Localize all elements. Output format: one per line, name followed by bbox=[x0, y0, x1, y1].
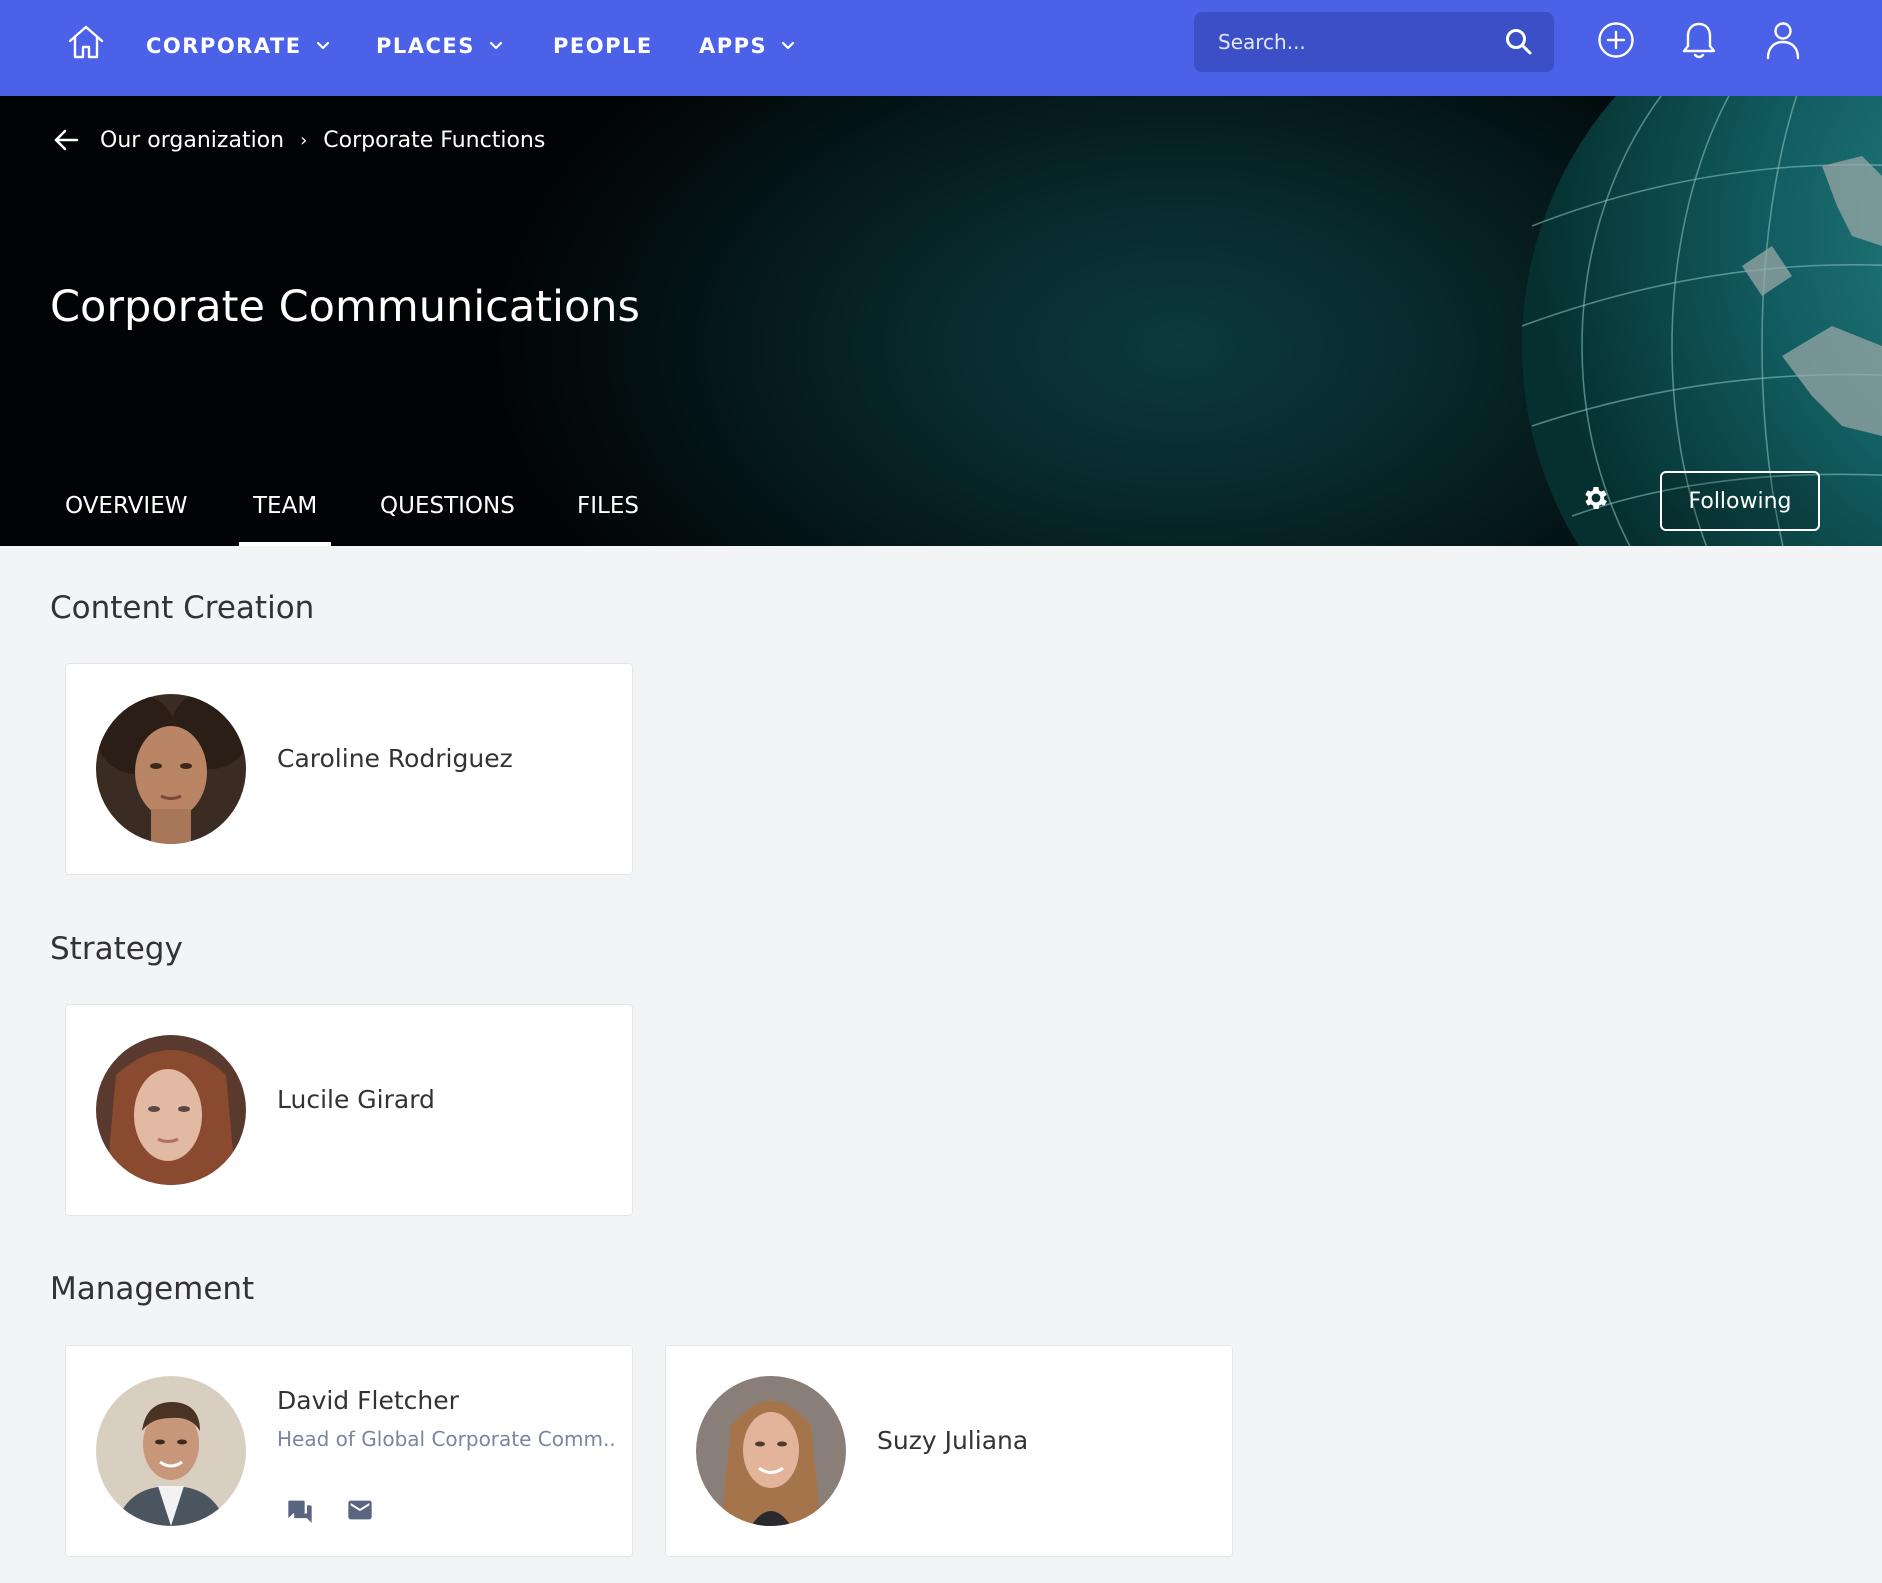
hero-banner: Our organization › Corporate Functions C… bbox=[0, 96, 1882, 546]
breadcrumb-separator: › bbox=[300, 129, 308, 151]
chat-icon bbox=[286, 1496, 314, 1528]
search-icon[interactable] bbox=[1504, 27, 1534, 57]
create-button[interactable] bbox=[1592, 18, 1640, 66]
breadcrumb: Our organization › Corporate Functions bbox=[52, 126, 545, 154]
nav-apps[interactable]: APPS bbox=[699, 30, 795, 62]
member-name[interactable]: Caroline Rodriguez bbox=[277, 744, 513, 773]
top-navigation-bar: CORPORATE PLACES PEOPLE APPS bbox=[0, 0, 1882, 96]
chevron-down-icon bbox=[781, 41, 795, 51]
nav-apps-label: APPS bbox=[699, 34, 768, 58]
avatar bbox=[96, 694, 246, 844]
nav-corporate-label: CORPORATE bbox=[146, 34, 302, 58]
home-icon bbox=[66, 22, 106, 66]
following-button[interactable]: Following bbox=[1660, 471, 1820, 531]
nav-people[interactable]: PEOPLE bbox=[553, 30, 653, 62]
member-card[interactable]: Suzy Juliana bbox=[665, 1345, 1233, 1557]
bell-icon bbox=[1681, 20, 1717, 64]
tab-overview[interactable]: OVERVIEW bbox=[65, 466, 187, 546]
section-title-strategy: Strategy bbox=[50, 931, 183, 967]
avatar bbox=[696, 1376, 846, 1526]
chevron-down-icon bbox=[489, 41, 503, 51]
section-title-management: Management bbox=[50, 1271, 255, 1307]
user-icon bbox=[1765, 20, 1801, 64]
nav-corporate[interactable]: CORPORATE bbox=[146, 30, 330, 62]
nav-people-label: PEOPLE bbox=[553, 34, 653, 58]
member-role: Head of Global Corporate Comm... bbox=[277, 1427, 617, 1451]
tab-questions[interactable]: QUESTIONS bbox=[380, 466, 515, 546]
nav-places[interactable]: PLACES bbox=[376, 30, 503, 62]
back-arrow-icon[interactable] bbox=[52, 126, 80, 154]
search-box bbox=[1194, 12, 1554, 72]
member-card[interactable]: Lucile Girard bbox=[65, 1004, 633, 1216]
breadcrumb-our-organization[interactable]: Our organization bbox=[100, 128, 284, 153]
nav-places-label: PLACES bbox=[376, 34, 475, 58]
notifications-button[interactable] bbox=[1675, 18, 1723, 66]
member-card[interactable]: David Fletcher Head of Global Corporate … bbox=[65, 1345, 633, 1557]
chevron-down-icon bbox=[316, 41, 330, 51]
add-circle-icon bbox=[1597, 21, 1635, 63]
page-title: Corporate Communications bbox=[50, 282, 640, 332]
member-card[interactable]: Caroline Rodriguez bbox=[65, 663, 633, 875]
section-title-content-creation: Content Creation bbox=[50, 590, 315, 626]
member-name[interactable]: David Fletcher bbox=[277, 1386, 459, 1415]
avatar bbox=[96, 1376, 246, 1526]
member-name[interactable]: Suzy Juliana bbox=[877, 1426, 1028, 1455]
settings-button[interactable] bbox=[1578, 482, 1614, 518]
chat-button[interactable] bbox=[284, 1496, 316, 1528]
tab-files[interactable]: FILES bbox=[577, 466, 639, 546]
gear-icon bbox=[1581, 483, 1611, 517]
email-button[interactable] bbox=[344, 1496, 376, 1528]
breadcrumb-corporate-functions[interactable]: Corporate Functions bbox=[323, 128, 545, 153]
home-button[interactable] bbox=[64, 22, 108, 66]
avatar bbox=[96, 1035, 246, 1185]
profile-button[interactable] bbox=[1759, 18, 1807, 66]
member-name[interactable]: Lucile Girard bbox=[277, 1085, 435, 1114]
mail-icon bbox=[346, 1496, 374, 1528]
tab-team[interactable]: TEAM bbox=[238, 466, 332, 546]
search-input[interactable] bbox=[1218, 30, 1504, 54]
